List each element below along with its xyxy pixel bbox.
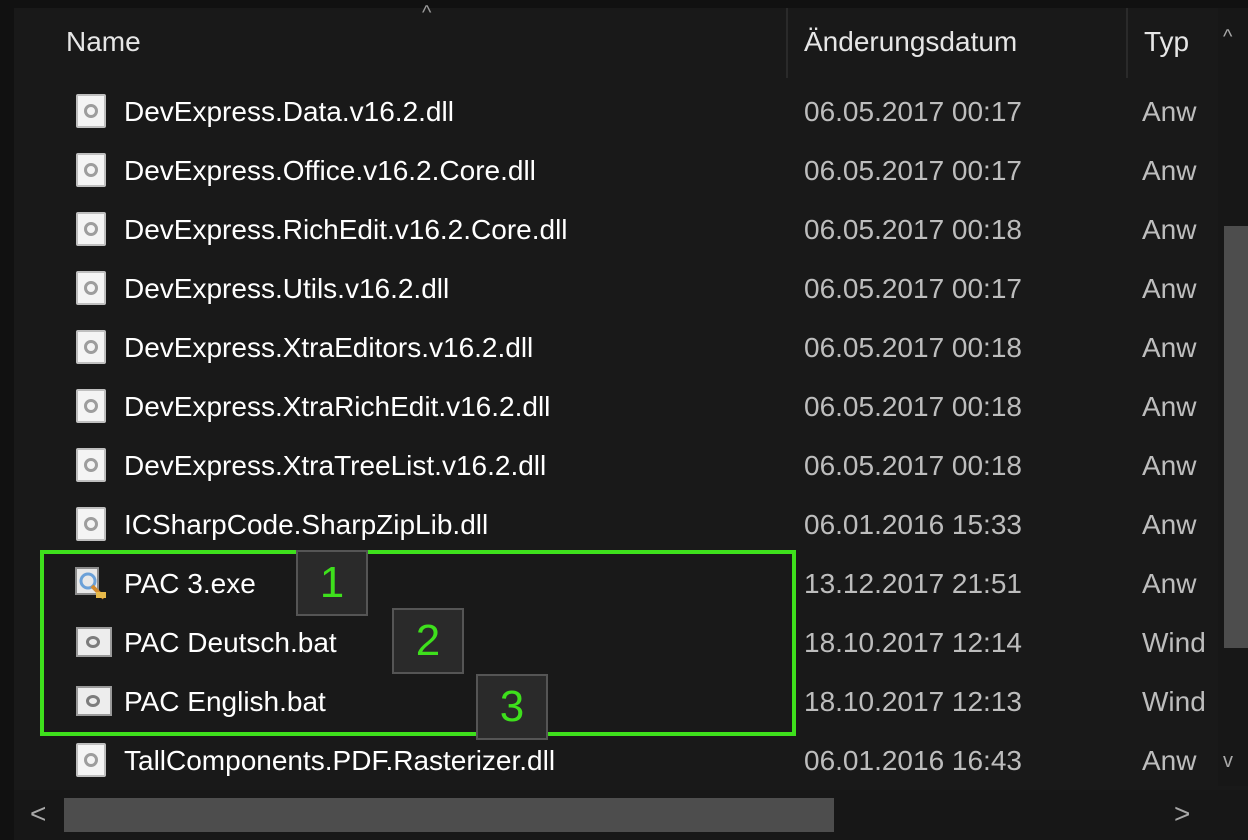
column-header-modified[interactable]: Änderungsdatum (804, 26, 1017, 58)
file-type: Anw (1142, 155, 1197, 186)
column-header-name[interactable]: Name (66, 26, 141, 58)
file-modified: 13.12.2017 21:51 (804, 568, 1022, 599)
file-row[interactable]: DevExpress.XtraRichEdit.v16.2.dll 06.05.… (14, 377, 1218, 435)
file-row[interactable]: ICSharpCode.SharpZipLib.dll 06.01.2016 1… (14, 495, 1218, 553)
file-modified: 06.05.2017 00:18 (804, 214, 1022, 245)
scroll-left-arrow-icon[interactable]: < (30, 798, 46, 830)
dll-file-icon (76, 743, 106, 777)
file-type: Wind (1142, 627, 1206, 658)
scroll-down-arrow-icon[interactable]: v (1223, 750, 1233, 773)
dll-file-icon (76, 212, 106, 246)
file-modified: 18.10.2017 12:13 (804, 686, 1022, 717)
file-name: DevExpress.XtraRichEdit.v16.2.dll (124, 391, 551, 422)
file-type: Anw (1142, 391, 1197, 422)
scrollbar-corner (1218, 790, 1248, 840)
file-modified: 06.01.2016 16:43 (804, 745, 1022, 776)
callout-badge-1: 1 (296, 550, 368, 616)
file-modified: 06.05.2017 00:18 (804, 332, 1022, 363)
window-frame-top (0, 0, 1248, 8)
callout-badge-3: 3 (476, 674, 548, 740)
window-frame-left (0, 0, 14, 840)
file-name: ICSharpCode.SharpZipLib.dll (124, 509, 489, 540)
dll-file-icon (76, 330, 106, 364)
file-modified: 06.01.2016 15:33 (804, 509, 1022, 540)
file-row[interactable]: TallComponents.PDF.Rasterizer.dll 06.01.… (14, 731, 1218, 789)
vertical-scroll-thumb[interactable] (1224, 226, 1248, 648)
file-type: Anw (1142, 332, 1197, 363)
file-row[interactable]: DevExpress.XtraTreeList.v16.2.dll 06.05.… (14, 436, 1218, 494)
file-name: DevExpress.Utils.v16.2.dll (124, 273, 450, 304)
dll-file-icon (76, 448, 106, 482)
file-type: Anw (1142, 96, 1197, 127)
column-header-bar: ^ Name Änderungsdatum Typ (14, 2, 1218, 78)
sort-ascending-icon[interactable]: ^ (422, 2, 431, 25)
file-type: Anw (1142, 745, 1197, 776)
file-row[interactable]: DevExpress.XtraEditors.v16.2.dll 06.05.2… (14, 318, 1218, 376)
file-name: TallComponents.PDF.Rasterizer.dll (124, 745, 556, 776)
column-header-type[interactable]: Typ (1144, 26, 1189, 58)
dll-file-icon (76, 94, 106, 128)
column-divider[interactable] (1126, 8, 1128, 78)
file-name: DevExpress.Data.v16.2.dll (124, 96, 454, 127)
file-name: DevExpress.XtraEditors.v16.2.dll (124, 332, 534, 363)
dll-file-icon (76, 389, 106, 423)
vertical-scrollbar[interactable]: ^ v (1218, 8, 1248, 786)
horizontal-scrollbar[interactable]: < > (14, 790, 1218, 840)
dll-file-icon (76, 507, 106, 541)
file-row[interactable]: DevExpress.Data.v16.2.dll 06.05.2017 00:… (14, 82, 1218, 140)
dll-file-icon (76, 271, 106, 305)
file-type: Wind (1142, 686, 1206, 717)
file-type: Anw (1142, 450, 1197, 481)
file-modified: 06.05.2017 00:18 (804, 450, 1022, 481)
scroll-right-arrow-icon[interactable]: > (1174, 798, 1190, 830)
file-row[interactable]: DevExpress.Utils.v16.2.dll 06.05.2017 00… (14, 259, 1218, 317)
file-modified: 06.05.2017 00:18 (804, 391, 1022, 422)
file-name: DevExpress.XtraTreeList.v16.2.dll (124, 450, 547, 481)
callout-badge-2: 2 (392, 608, 464, 674)
file-modified: 06.05.2017 00:17 (804, 273, 1022, 304)
horizontal-scroll-thumb[interactable] (64, 798, 834, 832)
column-divider[interactable] (786, 8, 788, 78)
dll-file-icon (76, 153, 106, 187)
file-type: Anw (1142, 273, 1197, 304)
file-modified: 06.05.2017 00:17 (804, 96, 1022, 127)
file-modified: 06.05.2017 00:17 (804, 155, 1022, 186)
file-name: DevExpress.Office.v16.2.Core.dll (124, 155, 536, 186)
file-row[interactable]: DevExpress.Office.v16.2.Core.dll 06.05.2… (14, 141, 1218, 199)
file-type: Anw (1142, 214, 1197, 245)
file-type: Anw (1142, 568, 1197, 599)
file-type: Anw (1142, 509, 1197, 540)
file-row[interactable]: DevExpress.RichEdit.v16.2.Core.dll 06.05… (14, 200, 1218, 258)
file-modified: 18.10.2017 12:14 (804, 627, 1022, 658)
scroll-up-arrow-icon[interactable]: ^ (1223, 26, 1232, 49)
file-name: DevExpress.RichEdit.v16.2.Core.dll (124, 214, 568, 245)
